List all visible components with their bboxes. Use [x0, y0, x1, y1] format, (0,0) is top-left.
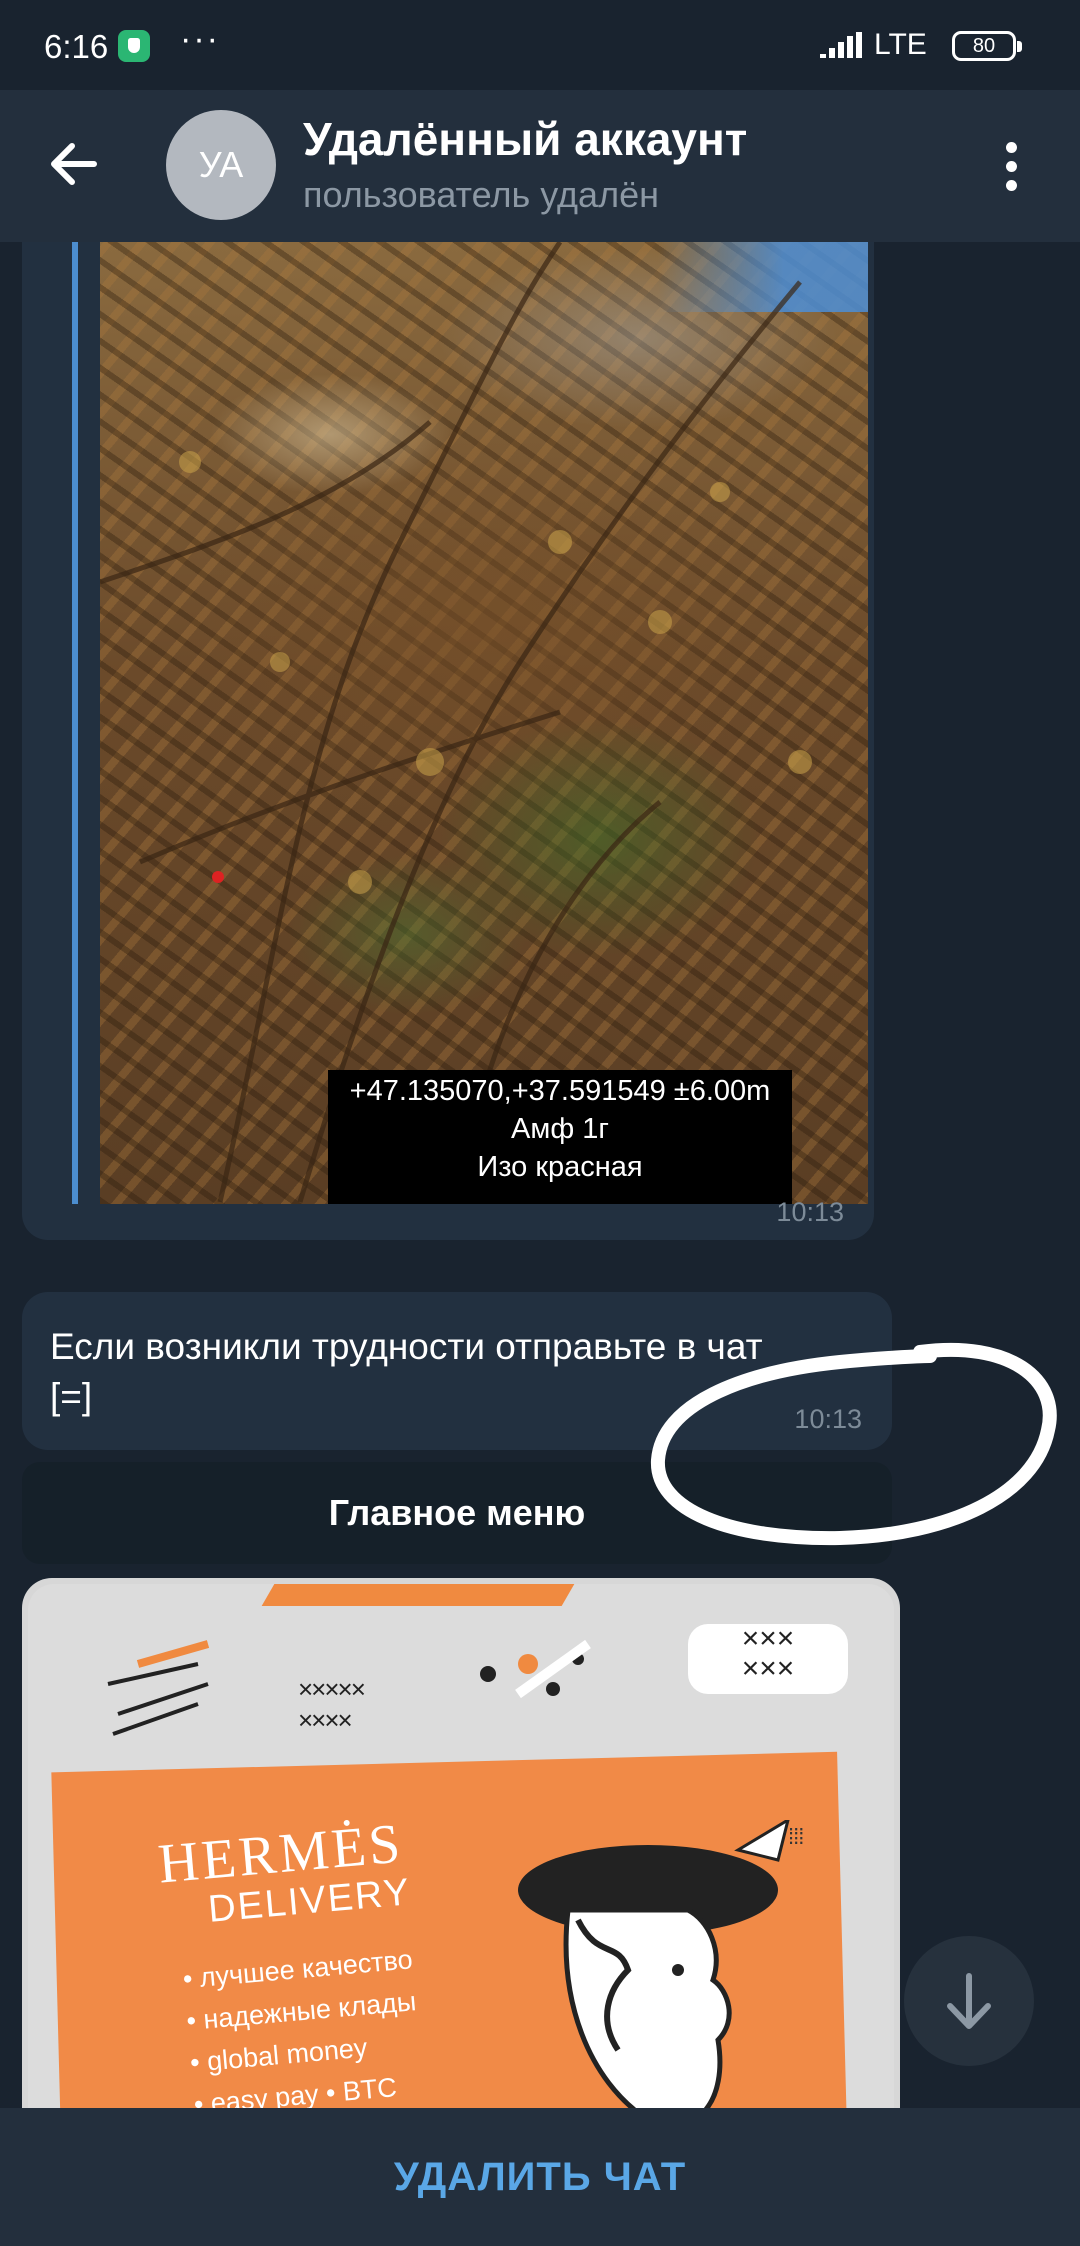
caption-line-2: Амф 1г	[511, 1113, 609, 1145]
shield-icon	[118, 30, 150, 62]
caption-line-3: Изо красная	[477, 1151, 643, 1183]
reply-bar	[72, 242, 78, 1204]
main-menu-button[interactable]: Главное меню	[22, 1462, 892, 1564]
arrow-down-icon	[947, 1973, 991, 2029]
branches-illustration	[100, 242, 812, 1203]
chat-header: УА Удалённый аккаунт пользователь удалён	[0, 90, 1080, 242]
delete-chat-button[interactable]: УДАЛИТЬ ЧАТ	[0, 2108, 1080, 2246]
pattern-x-icon: ××× ×××	[688, 1624, 848, 1694]
splash-icon	[480, 1639, 591, 1699]
red-marker	[212, 871, 224, 883]
text-message[interactable]: Если возникли трудности отправьте в чат …	[22, 1292, 892, 1450]
message-text: Если возникли трудности отправьте в чат …	[50, 1326, 763, 1417]
status-more-icon: ···	[180, 20, 220, 58]
battery-icon: 80	[952, 31, 1022, 61]
message-time: 10:13	[794, 1404, 862, 1434]
hermes-head-illustration	[518, 1820, 790, 2108]
status-bar: 6:16 ··· LTE 80	[0, 0, 1080, 90]
back-arrow-icon[interactable]	[44, 134, 104, 194]
message-time: 10:13	[776, 1197, 844, 1227]
chat-subtitle: пользователь удалён	[303, 174, 659, 215]
dots-pattern-icon: ⁞⁞⁞	[788, 1824, 804, 1849]
promo-features: • лучшее качество • надежные клады • glo…	[181, 1938, 425, 2108]
avatar[interactable]: УА	[166, 110, 276, 220]
scroll-down-button[interactable]	[904, 1936, 1034, 2066]
promo-image[interactable]: ××××× ×××× ××× ××× HERMĖS DELIVERY • лучше…	[28, 1584, 894, 2108]
photo-message[interactable]: +47.135070,+37.591549 ±6.00m Амф 1г Изо …	[22, 242, 874, 1240]
caption-coordinates: +47.135070,+37.591549 ±6.00m	[349, 1075, 771, 1107]
status-time: 6:16	[44, 28, 109, 65]
network-type: LTE	[874, 28, 927, 61]
chat-title[interactable]: Удалённый аккаунт	[303, 112, 747, 166]
promo-image-message[interactable]: ××××× ×××× ××× ××× HERMĖS DELIVERY • лучше…	[22, 1578, 900, 2108]
more-options-icon[interactable]	[996, 142, 1026, 202]
photo-caption: +47.135070,+37.591549 ±6.00m Амф 1г Изо …	[328, 1070, 792, 1204]
message-photo[interactable]: +47.135070,+37.591549 ±6.00m Амф 1г Изо …	[100, 242, 868, 1204]
pattern-x-icon: ××××× ××××	[298, 1674, 366, 1735]
scribble-icon	[107, 1640, 210, 1736]
signal-icon	[820, 32, 862, 58]
message-list[interactable]: +47.135070,+37.591549 ±6.00m Амф 1г Изо …	[0, 242, 1080, 2108]
promo-stripe	[261, 1584, 575, 1606]
bottom-bar: УДАЛИТЬ ЧАТ	[0, 2108, 1080, 2246]
